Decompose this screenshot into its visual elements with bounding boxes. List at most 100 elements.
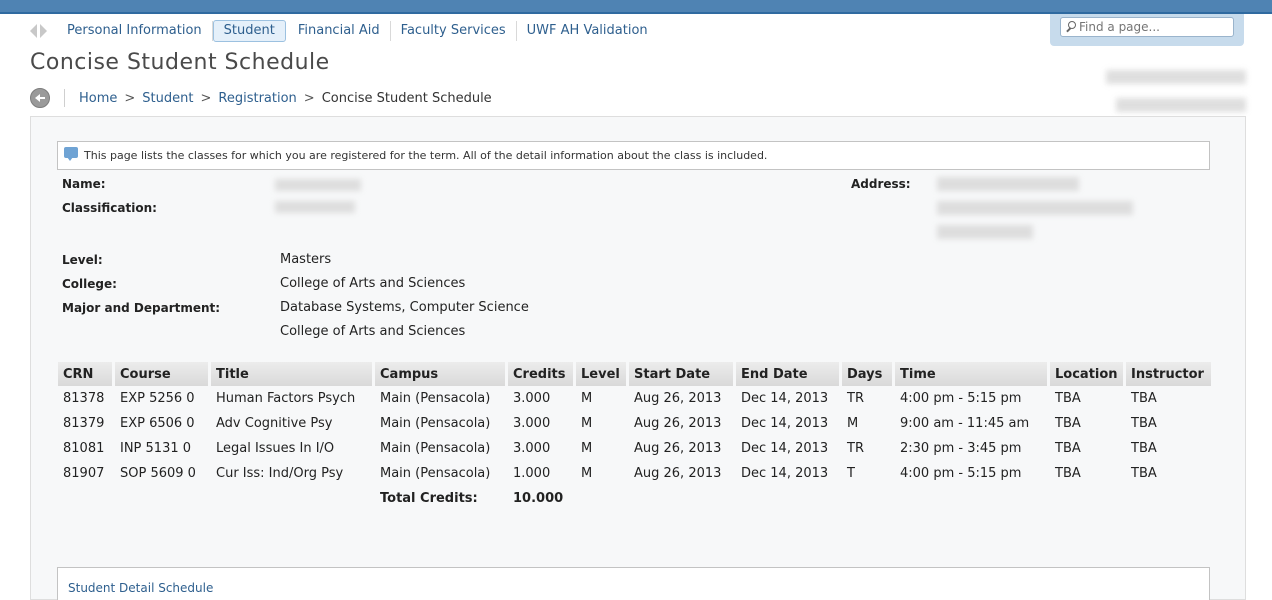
redacted-name [275, 179, 361, 191]
level-value: Masters [280, 252, 332, 267]
arrow-left-icon[interactable] [30, 24, 37, 38]
cell-course: SOP 5609 0 [120, 466, 196, 481]
cell-start-date: Aug 26, 2013 [634, 466, 722, 481]
breadcrumb-home[interactable]: Home [79, 91, 117, 106]
column-header-crn: CRN [58, 362, 112, 386]
cell-level: M [581, 416, 593, 431]
cell-level: M [581, 441, 593, 456]
search-container [1050, 14, 1244, 46]
cell-location: TBA [1055, 441, 1081, 456]
column-header-start-date: Start Date [629, 362, 733, 386]
level-label: Level: [62, 253, 103, 267]
cell-campus: Main (Pensacola) [380, 441, 491, 456]
cell-end-date: Dec 14, 2013 [741, 416, 829, 431]
major-label: Major and Department: [62, 301, 221, 315]
redacted-address [937, 201, 1133, 215]
cell-days: T [847, 466, 855, 481]
cell-crn: 81081 [63, 441, 105, 456]
cell-instructor: TBA [1131, 466, 1157, 481]
redacted-address [937, 177, 1079, 191]
address-label: Address: [851, 177, 911, 191]
cell-location: TBA [1055, 391, 1081, 406]
redacted-classification [275, 201, 355, 213]
redacted-user-info [1106, 70, 1246, 84]
major-value: Database Systems, Computer Science [280, 300, 529, 315]
cell-instructor: TBA [1131, 391, 1157, 406]
cell-instructor: TBA [1131, 416, 1157, 431]
redacted-address [937, 225, 1033, 239]
search-input[interactable] [1079, 20, 1229, 34]
cell-location: TBA [1055, 416, 1081, 431]
cell-crn: 81907 [63, 466, 105, 481]
related-links-box: Student Detail Schedule [57, 567, 1210, 600]
cell-time: 4:00 pm - 5:15 pm [900, 391, 1022, 406]
column-header-course: Course [115, 362, 208, 386]
name-label: Name: [62, 177, 106, 191]
student-detail-schedule-link[interactable]: Student Detail Schedule [68, 581, 213, 595]
breadcrumb-registration[interactable]: Registration [218, 91, 296, 106]
cell-credits: 3.000 [513, 391, 551, 406]
nav-item-personal-information[interactable]: Personal Information [57, 21, 213, 41]
breadcrumb-separator: > [303, 90, 315, 106]
total-row: Total Credits: 10.000 [58, 486, 1211, 511]
search-field[interactable] [1060, 17, 1234, 37]
cell-title: Adv Cognitive Psy [216, 416, 333, 431]
nav-item-financial-aid[interactable]: Financial Aid [288, 21, 391, 41]
cell-time: 2:30 pm - 3:45 pm [900, 441, 1022, 456]
cell-title: Cur Iss: Ind/Org Psy [216, 466, 344, 481]
cell-time: 9:00 am - 11:45 am [900, 416, 1030, 431]
cell-end-date: Dec 14, 2013 [741, 441, 829, 456]
back-arrow-icon[interactable] [30, 88, 50, 108]
column-header-title: Title [211, 362, 372, 386]
breadcrumb-student[interactable]: Student [142, 91, 193, 106]
cell-campus: Main (Pensacola) [380, 416, 491, 431]
classification-label: Classification: [62, 201, 157, 215]
table-row: 81379 EXP 6506 0 Adv Cognitive Psy Main … [58, 411, 1211, 436]
column-header-end-date: End Date [736, 362, 839, 386]
cell-location: TBA [1055, 466, 1081, 481]
redacted-user-info [1116, 98, 1246, 112]
table-row: 81907 SOP 5609 0 Cur Iss: Ind/Org Psy Ma… [58, 461, 1211, 486]
cell-title: Human Factors Psych [216, 391, 356, 406]
cell-campus: Main (Pensacola) [380, 391, 491, 406]
nav-item-faculty-services[interactable]: Faculty Services [391, 21, 517, 41]
cell-start-date: Aug 26, 2013 [634, 441, 722, 456]
column-header-instructor: Instructor [1126, 362, 1211, 386]
breadcrumb: Home > Student > Registration > Concise … [30, 88, 492, 108]
info-text: This page lists the classes for which yo… [84, 149, 768, 162]
arrow-right-icon[interactable] [40, 24, 47, 38]
cell-instructor: TBA [1131, 441, 1157, 456]
cell-days: TR [847, 441, 864, 456]
cell-course: INP 5131 0 [120, 441, 192, 456]
cell-start-date: Aug 26, 2013 [634, 391, 722, 406]
total-credits-label: Total Credits: [380, 491, 478, 506]
cell-level: M [581, 466, 593, 481]
column-header-credits: Credits [508, 362, 573, 386]
nav-item-student[interactable]: Student [212, 20, 286, 42]
cell-days: TR [847, 391, 864, 406]
column-header-time: Time [895, 362, 1047, 386]
content-panel: This page lists the classes for which yo… [30, 116, 1246, 600]
cell-end-date: Dec 14, 2013 [741, 466, 829, 481]
college-value: College of Arts and Sciences [280, 276, 466, 291]
cell-time: 4:00 pm - 5:15 pm [900, 466, 1022, 481]
cell-credits: 1.000 [513, 466, 551, 481]
nav-item-uwf-ah-validation[interactable]: UWF AH Validation [517, 21, 658, 41]
cell-campus: Main (Pensacola) [380, 466, 491, 481]
top-bar [0, 0, 1272, 14]
cell-course: EXP 6506 0 [120, 416, 195, 431]
cell-end-date: Dec 14, 2013 [741, 391, 829, 406]
schedule-table: CRN Course Title Campus Credits Level St… [55, 362, 1214, 511]
cell-title: Legal Issues In I/O [216, 441, 335, 456]
search-icon [1065, 21, 1077, 33]
nav-arrows[interactable] [30, 24, 47, 38]
college-label: College: [62, 277, 117, 291]
cell-crn: 81378 [63, 391, 105, 406]
column-header-campus: Campus [375, 362, 505, 386]
cell-credits: 3.000 [513, 441, 551, 456]
breadcrumb-current: Concise Student Schedule [321, 90, 492, 106]
column-header-level: Level [576, 362, 626, 386]
table-row: 81081 INP 5131 0 Legal Issues In I/O Mai… [58, 436, 1211, 461]
department-value: College of Arts and Sciences [280, 324, 466, 339]
speech-bubble-icon [64, 147, 78, 161]
